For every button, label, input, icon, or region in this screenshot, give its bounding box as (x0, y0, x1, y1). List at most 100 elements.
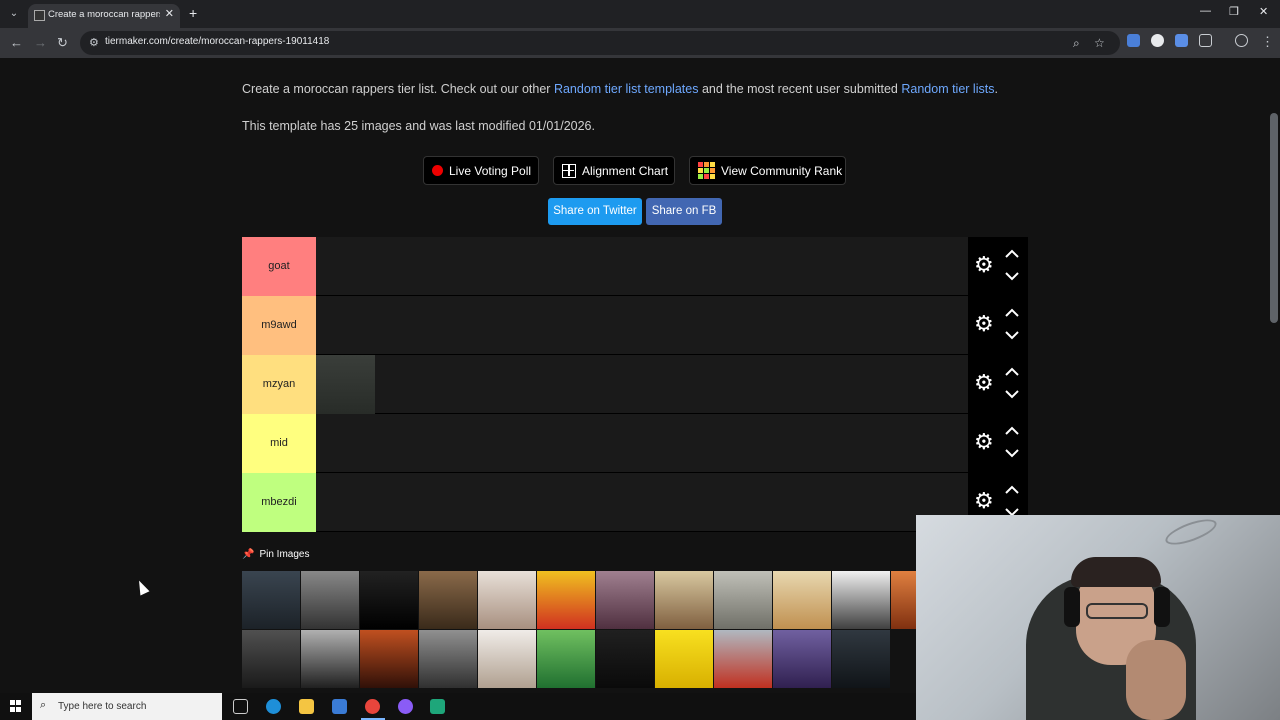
tier-row[interactable]: mzyan ⚙ (242, 355, 1028, 414)
tab-search-icon[interactable]: ⌄ (6, 6, 22, 22)
tier-label[interactable]: m9awd (242, 296, 316, 355)
gear-icon[interactable]: ⚙ (974, 431, 994, 453)
live-dot-icon (432, 165, 443, 176)
live-voting-poll-button[interactable]: Live Voting Poll (423, 156, 539, 185)
rapper-image[interactable] (655, 630, 713, 688)
file-explorer-icon[interactable] (299, 699, 314, 714)
forward-icon[interactable]: → (34, 35, 47, 50)
extension-icon[interactable] (1151, 34, 1164, 47)
restore-icon[interactable]: ❐ (1229, 5, 1239, 18)
extensions-puzzle-icon[interactable] (1199, 34, 1212, 47)
site-info-icon[interactable]: ⚙ (89, 36, 99, 49)
tier-label[interactable]: goat (242, 237, 316, 296)
rapper-image[interactable] (773, 630, 831, 688)
rapper-image[interactable] (242, 630, 300, 688)
favicon-icon (34, 10, 45, 21)
discord-icon[interactable] (398, 699, 413, 714)
person-glasses (1086, 603, 1148, 619)
tier-row[interactable]: goat ⚙ (242, 237, 1028, 296)
template-description: Create a moroccan rappers tier list. Che… (242, 82, 998, 96)
rapper-image[interactable] (419, 571, 477, 629)
rapper-image[interactable] (773, 571, 831, 629)
move-down-icon[interactable] (1003, 447, 1021, 459)
rapper-image[interactable] (419, 630, 477, 688)
gear-icon[interactable]: ⚙ (974, 490, 994, 512)
rapper-image[interactable] (832, 630, 890, 688)
move-down-icon[interactable] (1003, 270, 1021, 282)
extension-icon-2[interactable] (1175, 34, 1188, 47)
rapper-image[interactable] (655, 571, 713, 629)
rapper-image[interactable] (360, 571, 418, 629)
rapper-image[interactable] (891, 571, 916, 629)
browser-tab[interactable]: Create a moroccan rappers Tier ✕ (28, 4, 180, 28)
random-tier-lists-link[interactable]: Random tier lists (901, 82, 994, 96)
chrome-icon[interactable] (365, 699, 380, 714)
task-view-icon[interactable] (233, 699, 248, 714)
rapper-image[interactable] (301, 571, 359, 629)
browser-tab-bar: ⌄ Create a moroccan rappers Tier ✕ + — ❐… (0, 0, 1280, 28)
tier-row[interactable]: m9awd ⚙ (242, 296, 1028, 355)
tier-label[interactable]: mbezdi (242, 473, 316, 532)
alignment-chart-button[interactable]: Alignment Chart (553, 156, 675, 185)
rapper-image[interactable] (537, 571, 595, 629)
rapper-image[interactable] (478, 571, 536, 629)
back-icon[interactable]: ← (10, 35, 23, 50)
random-templates-link[interactable]: Random tier list templates (554, 82, 699, 96)
move-up-icon[interactable] (1003, 248, 1021, 260)
profile-icon[interactable] (1235, 34, 1248, 47)
share-fb-button[interactable]: Share on FB (646, 198, 722, 225)
tier-label[interactable]: mid (242, 414, 316, 473)
rapper-image[interactable] (242, 571, 300, 629)
close-window-icon[interactable]: ✕ (1259, 5, 1268, 18)
tier-row[interactable]: mbezdi ⚙ (242, 473, 1028, 532)
template-meta: This template has 25 images and was last… (242, 119, 595, 133)
move-down-icon[interactable] (1003, 329, 1021, 341)
app-icon[interactable] (430, 699, 445, 714)
rapper-image[interactable] (596, 630, 654, 688)
reload-icon[interactable]: ↻ (57, 35, 68, 51)
tier-controls: ⚙ (968, 414, 1028, 473)
rapper-image[interactable] (714, 571, 772, 629)
rapper-image[interactable] (360, 630, 418, 688)
translate-extension-icon[interactable] (1127, 34, 1140, 47)
move-up-icon[interactable] (1003, 484, 1021, 496)
share-twitter-button[interactable]: Share on Twitter (548, 198, 642, 225)
move-up-icon[interactable] (1003, 366, 1021, 378)
tier-row[interactable]: mid ⚙ (242, 414, 1028, 473)
pin-images-toggle[interactable]: 📌 Pin Images (242, 549, 309, 560)
ceiling-light (1162, 515, 1220, 550)
move-up-icon[interactable] (1003, 307, 1021, 319)
taskbar: ⌕ Type here to search (0, 693, 916, 720)
move-up-icon[interactable] (1003, 425, 1021, 437)
view-community-rank-button[interactable]: View Community Rank (689, 156, 846, 185)
menu-dots-icon[interactable]: ⋮ (1261, 34, 1274, 50)
tier-label[interactable]: mzyan (242, 355, 316, 414)
url-field[interactable]: ⚙ tiermaker.com/create/moroccan-rappers-… (80, 31, 1120, 55)
gear-icon[interactable]: ⚙ (974, 313, 994, 335)
gear-icon[interactable]: ⚙ (974, 254, 994, 276)
store-icon[interactable] (332, 699, 347, 714)
move-down-icon[interactable] (1003, 388, 1021, 400)
edge-icon[interactable] (266, 699, 281, 714)
minimize-icon[interactable]: — (1200, 5, 1211, 17)
scrollbar-thumb[interactable] (1270, 113, 1278, 323)
rapper-image[interactable] (478, 630, 536, 688)
webcam-overlay (916, 515, 1280, 720)
tier-item-image[interactable] (316, 355, 375, 414)
rapper-image[interactable] (832, 571, 890, 629)
new-tab-button[interactable]: + (189, 5, 197, 21)
address-bar-row: ← → ↻ ⚙ tiermaker.com/create/moroccan-ra… (0, 28, 1280, 58)
bookmark-star-icon[interactable]: ☆ (1094, 36, 1105, 50)
headphone-right (1154, 587, 1170, 627)
windows-start-icon[interactable] (10, 700, 22, 712)
zoom-icon[interactable]: ⌕ (1073, 36, 1080, 51)
gear-icon[interactable]: ⚙ (974, 372, 994, 394)
taskbar-search-box[interactable]: ⌕ Type here to search (32, 693, 222, 720)
url-text: tiermaker.com/create/moroccan-rappers-19… (105, 36, 330, 47)
image-pool (242, 571, 916, 693)
tab-close-icon[interactable]: ✕ (165, 7, 174, 20)
rapper-image[interactable] (596, 571, 654, 629)
rapper-image[interactable] (301, 630, 359, 688)
rapper-image[interactable] (714, 630, 772, 688)
rapper-image[interactable] (537, 630, 595, 688)
